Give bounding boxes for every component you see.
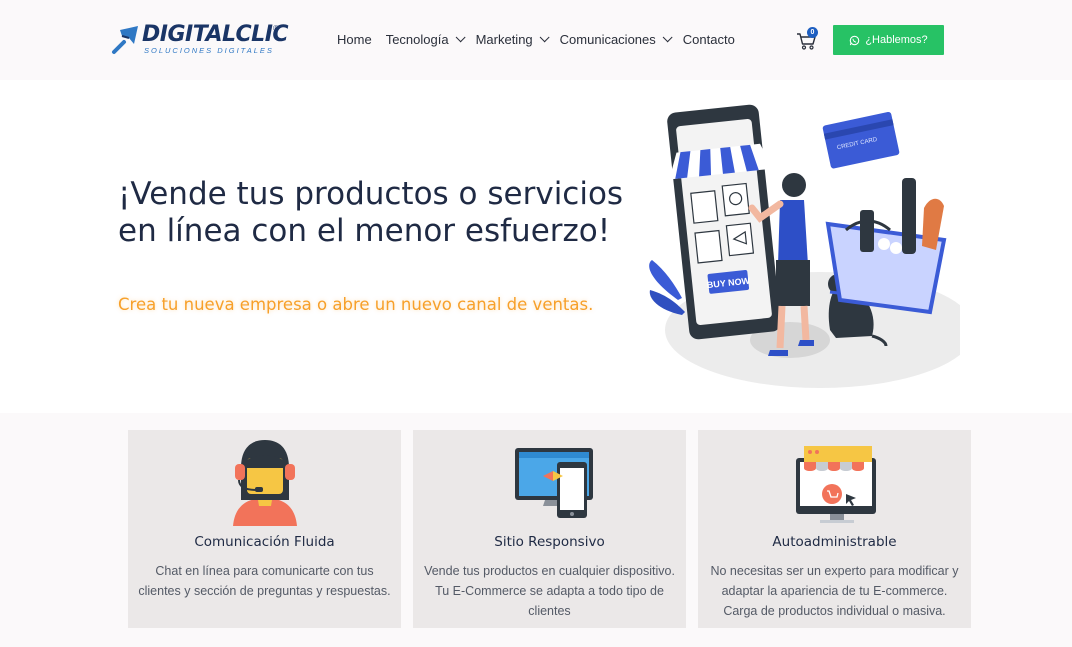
feature-card-comunicacion: Comunicación Fluida Chat en línea para c… bbox=[128, 430, 401, 628]
feature-title: Sitio Responsivo bbox=[494, 534, 605, 550]
feature-card-autoadministrable: Autoadministrable No necesitas ser un ex… bbox=[698, 430, 971, 628]
whatsapp-icon bbox=[850, 35, 860, 45]
feature-title: Autoadministrable bbox=[772, 534, 897, 550]
ecommerce-shopping-illustration: BUY NOW CREDIT CARD bbox=[649, 104, 960, 388]
hablemos-button[interactable]: ¿Hablemos? bbox=[833, 25, 944, 55]
logo-wordmark: DIGITALCLIC bbox=[142, 22, 289, 47]
nav-item-label: Contacto bbox=[682, 32, 735, 47]
registered-mark: ® bbox=[273, 24, 279, 33]
nav-item-label: Home bbox=[337, 32, 372, 47]
chevron-down-icon bbox=[455, 32, 466, 43]
hero-title: ¡Vende tus productos o servicios en líne… bbox=[118, 176, 624, 249]
site-header: DIGITALCLIC ® SOLUCIONES DIGITALES Home … bbox=[0, 0, 1072, 80]
nav-item-contacto[interactable]: Contacto bbox=[683, 32, 735, 47]
online-store-icon bbox=[795, 446, 876, 523]
nav-item-tecnologia[interactable]: Tecnología bbox=[385, 32, 466, 47]
nav-item-label: Marketing bbox=[475, 32, 533, 47]
feature-card-responsivo: Sitio Responsivo Vende tus productos en … bbox=[413, 430, 686, 628]
feature-description: No necesitas ser un experto para modific… bbox=[710, 564, 959, 618]
feature-description: Chat en línea para comunicarte con tus c… bbox=[138, 564, 391, 598]
feature-icon-wrap bbox=[698, 438, 971, 526]
feature-icon-wrap bbox=[413, 438, 686, 526]
logo[interactable]: DIGITALCLIC ® SOLUCIONES DIGITALES bbox=[110, 22, 289, 58]
hero-subtitle: Crea tu nueva empresa o abre un nuevo ca… bbox=[118, 295, 594, 314]
hablemos-label: ¿Hablemos? bbox=[865, 34, 928, 46]
nav-item-home[interactable]: Home bbox=[337, 32, 372, 47]
features-section: Comunicación Fluida Chat en línea para c… bbox=[128, 430, 971, 628]
feature-icon-wrap bbox=[128, 438, 401, 526]
responsive-devices-icon bbox=[514, 448, 593, 518]
nav-item-label: Comunicaciones bbox=[559, 32, 656, 47]
chevron-down-icon bbox=[539, 32, 550, 43]
cart-count-badge: 0 bbox=[807, 27, 818, 38]
nav-item-label: Tecnología bbox=[385, 32, 449, 47]
feature-title: Comunicación Fluida bbox=[194, 534, 335, 550]
cursor-logo-icon bbox=[112, 26, 138, 54]
feature-description: Vende tus productos en cualquier disposi… bbox=[424, 564, 675, 618]
logo-tagline: SOLUCIONES DIGITALES bbox=[144, 46, 274, 55]
support-agent-icon bbox=[232, 440, 297, 526]
nav-item-comunicaciones[interactable]: Comunicaciones bbox=[559, 32, 673, 47]
chevron-down-icon bbox=[662, 32, 673, 43]
main-nav: Home Tecnología Marketing Comunicaciones… bbox=[337, 32, 749, 47]
nav-item-marketing[interactable]: Marketing bbox=[475, 32, 550, 47]
